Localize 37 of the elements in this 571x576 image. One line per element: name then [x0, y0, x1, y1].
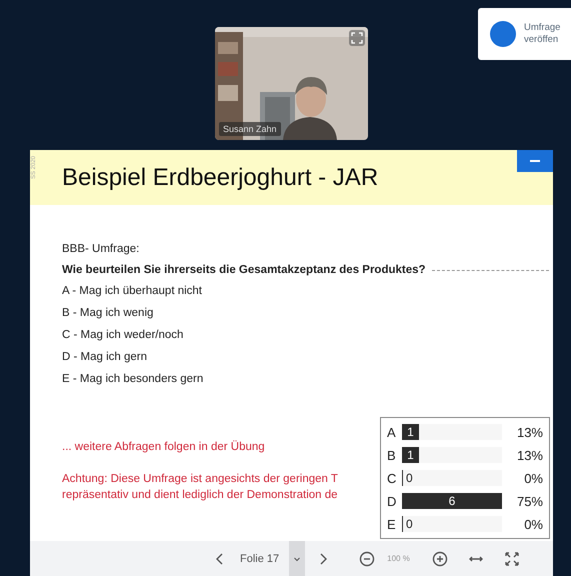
notification-text: Umfrage	[524, 22, 560, 34]
result-percent: 13%	[516, 448, 543, 462]
minimize-button[interactable]	[517, 150, 553, 172]
result-percent: 13%	[516, 424, 543, 440]
warning-text: repräsentativ und dient lediglich der Demonstration de	[62, 488, 338, 504]
zoom-out-icon[interactable]	[359, 550, 376, 566]
question-text: Wie beurteilen Sie ihrerseits die Gesamtakzeptanz des Produktes?	[62, 264, 426, 276]
result-bar: 6	[402, 493, 502, 509]
zoom-in-icon[interactable]	[432, 550, 448, 566]
zoom-level: 100 %	[387, 554, 410, 563]
result-bar: 1	[402, 424, 419, 440]
caret-icon	[293, 554, 302, 562]
result-percent: 75%	[516, 494, 543, 508]
fullscreen-icon[interactable]	[504, 550, 520, 566]
result-letter: B	[387, 448, 397, 462]
result-letter: C	[387, 470, 398, 486]
result-percent: 0%	[523, 516, 543, 532]
warning-text: Achtung: Diese Umfrage ist angesichts der geringen T	[62, 472, 338, 487]
fullscreen-icon[interactable]	[349, 30, 365, 46]
result-bar: 1	[402, 447, 419, 463]
note-text: ... weitere Abfragen folgen in der Übung	[62, 441, 266, 453]
result-letter: A	[387, 424, 397, 440]
answer-option: E - Mag ich besonders gern	[62, 373, 553, 385]
slide-title: Beispiel Erdbeerjoghurt - JAR	[62, 164, 378, 192]
result-count: 0	[402, 470, 413, 486]
answer-option: C - Mag ich weder/noch	[62, 329, 553, 341]
notification-text: veröffen	[524, 34, 560, 46]
result-letter: D	[387, 494, 398, 508]
answer-option: A - Mag ich überhaupt nicht	[62, 285, 553, 297]
answer-option: D - Mag ich gern	[62, 351, 553, 363]
answer-option: B - Mag ich wenig	[62, 307, 553, 319]
participant-name: Susann Zahn	[219, 122, 281, 136]
result-percent: 0%	[523, 470, 543, 486]
slide-number: Folie 17	[240, 552, 280, 564]
intro-text: BBB- Umfrage:	[62, 243, 140, 255]
result-letter: E	[387, 516, 397, 532]
result-count: 0	[402, 516, 413, 532]
